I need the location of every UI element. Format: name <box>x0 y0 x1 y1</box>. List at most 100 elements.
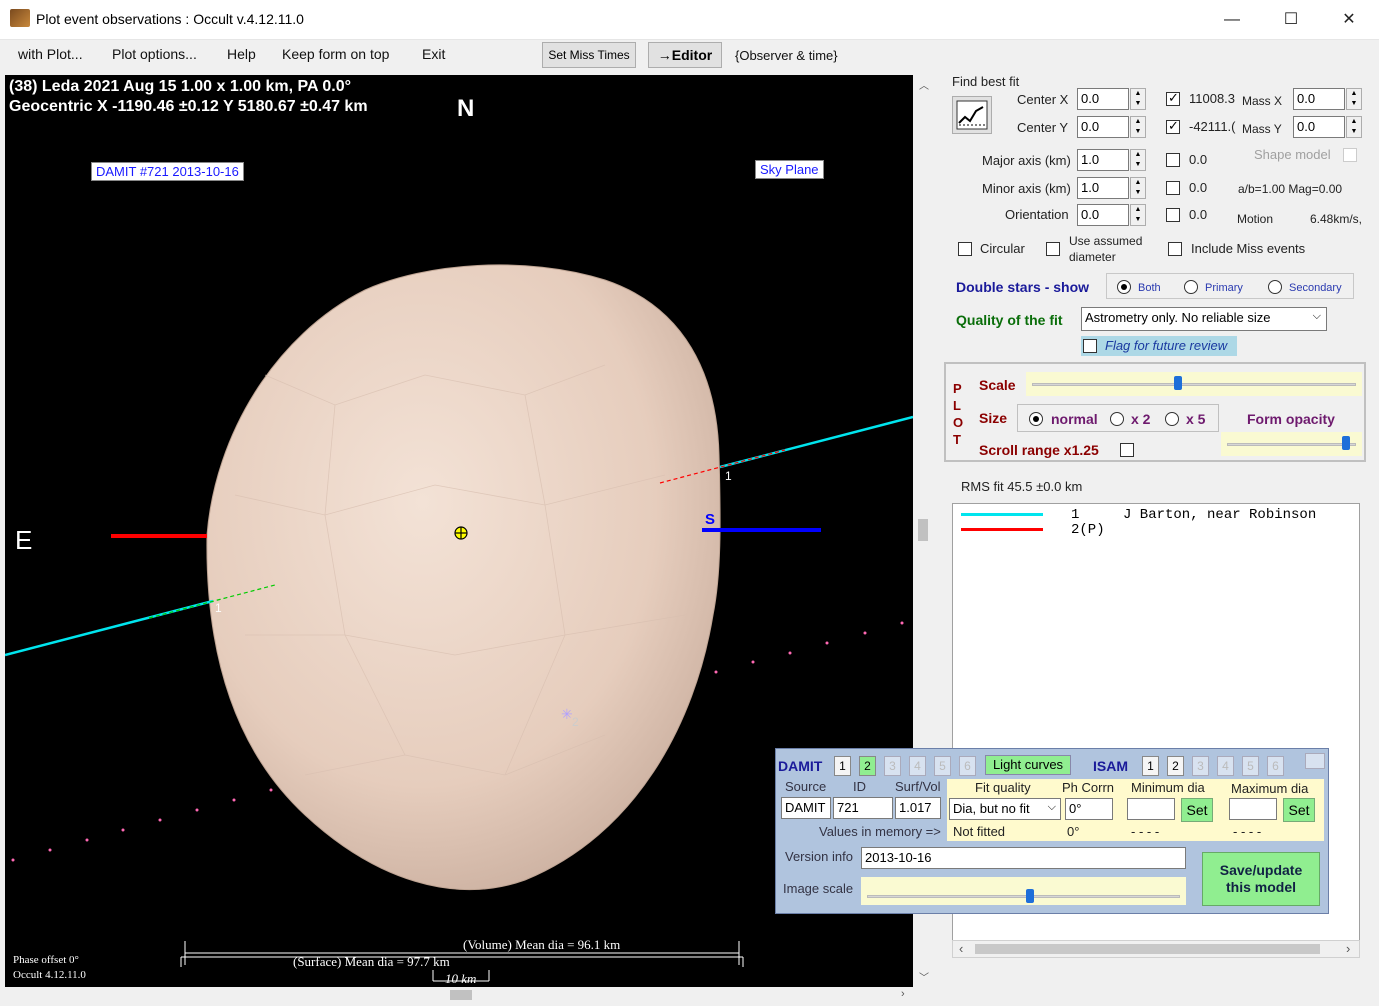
mass-y-label: Mass Y <box>1242 122 1282 136</box>
id-field[interactable]: 721 <box>833 797 893 819</box>
flag-review-checkbox[interactable] <box>1083 339 1097 353</box>
circular-label: Circular <box>980 241 1025 256</box>
isam-model-4[interactable]: 4 <box>1217 756 1234 776</box>
app-icon <box>10 9 30 27</box>
mass-y-spinner[interactable]: ▲ ▼ <box>1346 116 1362 138</box>
isam-model-1[interactable]: 1 <box>1142 756 1159 776</box>
plot-header-line2: Geocentric X -1190.46 ±0.12 Y 5180.67 ±0… <box>9 98 368 115</box>
isam-title: ISAM <box>1093 758 1128 774</box>
radio-secondary[interactable] <box>1268 280 1282 294</box>
east-label: E <box>15 525 33 555</box>
legend-swatch-2 <box>961 528 1043 531</box>
plot-vertical-label: PLOT <box>953 381 964 447</box>
menu-keep-on-top[interactable]: Keep form on top <box>282 46 389 62</box>
circular-checkbox[interactable] <box>958 242 972 256</box>
plot-header-line1: (38) Leda 2021 Aug 15 1.00 x 1.00 km, PA… <box>9 78 351 95</box>
set-min-dia-button[interactable]: Set <box>1181 798 1213 822</box>
damit-model-6[interactable]: 6 <box>959 756 976 776</box>
close-button[interactable]: ✕ <box>1337 8 1361 32</box>
plot-vscroll-thumb[interactable] <box>918 519 928 541</box>
legend-swatch-1 <box>961 513 1043 516</box>
mass-y-checkbox[interactable] <box>1166 118 1180 134</box>
orientation-input[interactable]: 0.0 <box>1077 204 1129 226</box>
isam-extra-box[interactable] <box>1305 753 1325 769</box>
orientation-checkbox[interactable] <box>1166 208 1180 222</box>
light-curves-button[interactable]: Light curves <box>985 755 1071 775</box>
size-normal-radio[interactable] <box>1029 412 1043 426</box>
damit-model-4[interactable]: 4 <box>909 756 926 776</box>
size-x2-radio[interactable] <box>1110 412 1124 426</box>
mass-x-spinner[interactable]: ▲ ▼ <box>1346 88 1362 110</box>
observer-time-link[interactable]: {Observer & time} <box>735 48 838 63</box>
maximize-button[interactable]: ☐ <box>1279 8 1303 32</box>
minor-axis-input[interactable]: 1.0 <box>1077 177 1129 199</box>
source-field[interactable]: DAMIT <box>781 797 831 819</box>
diameter-label: diameter <box>1069 250 1116 264</box>
isam-model-3[interactable]: 3 <box>1192 756 1209 776</box>
flag-review-row[interactable]: Flag for future review <box>1081 336 1237 356</box>
scroll-range-checkbox[interactable] <box>1120 443 1134 457</box>
fit-quality-select[interactable]: Dia, but no fit ⌵ <box>949 798 1061 820</box>
scale-slider[interactable] <box>1026 372 1362 396</box>
use-assumed-diameter-checkbox[interactable] <box>1046 242 1060 256</box>
damit-model-5[interactable]: 5 <box>934 756 951 776</box>
ph-corrn-field[interactable]: 0° <box>1065 798 1113 820</box>
center-x-spinner[interactable]: ▲ ▼ <box>1130 88 1146 110</box>
mass-x-checkbox[interactable] <box>1166 90 1180 106</box>
damit-model-2[interactable]: 2 <box>859 756 876 776</box>
plot-horizontal-scrollbar[interactable]: › <box>5 988 913 1004</box>
observer-list-hscroll-thumb[interactable] <box>975 944 1320 954</box>
major-axis-spinner[interactable]: ▲ ▼ <box>1130 149 1146 171</box>
mass-x-input[interactable]: 0.0 <box>1293 88 1345 110</box>
image-scale-thumb[interactable] <box>1025 889 1034 903</box>
plot-hscroll-thumb[interactable] <box>450 990 472 1000</box>
minor-axis-checkbox[interactable] <box>1166 181 1180 195</box>
occult-version: Occult 4.12.11.0 <box>13 969 86 981</box>
minor-axis-spinner[interactable]: ▲ ▼ <box>1130 177 1146 199</box>
surfvol-label: Surf/Vol <box>895 779 941 794</box>
damit-model-3[interactable]: 3 <box>884 756 901 776</box>
scale-10km: 10 km <box>445 971 477 986</box>
opacity-slider-thumb[interactable] <box>1341 436 1350 450</box>
minimize-button[interactable]: — <box>1220 8 1244 32</box>
menu-exit[interactable]: Exit <box>422 46 445 62</box>
set-max-dia-button[interactable]: Set <box>1283 798 1315 822</box>
radio-primary[interactable] <box>1184 280 1198 294</box>
values-memory-label: Values in memory => <box>819 824 941 839</box>
damit-model-1[interactable]: 1 <box>834 756 851 776</box>
quality-select[interactable]: Astrometry only. No reliable size ⌵ <box>1081 307 1327 331</box>
editor-button[interactable]: →Editor <box>648 42 722 68</box>
version-info-field[interactable]: 2013-10-16 <box>861 847 1186 869</box>
save-model-button[interactable]: Save/update this model <box>1202 852 1320 906</box>
scale-slider-thumb[interactable] <box>1174 376 1183 390</box>
max-dia-field[interactable] <box>1229 798 1277 820</box>
menu-help[interactable]: Help <box>227 46 256 62</box>
form-opacity-slider[interactable] <box>1221 432 1362 456</box>
orientation-spinner[interactable]: ▲ ▼ <box>1130 204 1146 226</box>
isam-model-5[interactable]: 5 <box>1242 756 1259 776</box>
radio-primary-label: Primary <box>1205 282 1243 294</box>
center-y-spinner[interactable]: ▲ ▼ <box>1130 116 1146 138</box>
quality-label: Quality of the fit <box>956 312 1063 328</box>
isam-model-6[interactable]: 6 <box>1267 756 1284 776</box>
isam-model-2[interactable]: 2 <box>1167 756 1184 776</box>
mass-y-input[interactable]: 0.0 <box>1293 116 1345 138</box>
surfvol-field[interactable]: 1.017 <box>895 797 941 819</box>
set-miss-times-button[interactable]: Set Miss Times <box>542 42 636 68</box>
center-y-input[interactable]: 0.0 <box>1077 116 1129 138</box>
menu-plot-options[interactable]: Plot options... <box>112 46 197 62</box>
major-axis-input[interactable]: 1.0 <box>1077 149 1129 171</box>
shape-model-checkbox[interactable] <box>1343 148 1357 162</box>
image-scale-slider[interactable] <box>861 877 1186 905</box>
observer-list-hscrollbar[interactable]: ‹ › <box>952 940 1360 958</box>
menu-with-plot[interactable]: with Plot... <box>18 46 83 62</box>
center-x-input[interactable]: 0.0 <box>1077 88 1129 110</box>
radio-both[interactable] <box>1117 280 1131 294</box>
best-fit-button[interactable] <box>952 96 992 134</box>
north-label: N <box>457 95 475 122</box>
size-x5-radio[interactable] <box>1165 412 1179 426</box>
min-dia-field[interactable] <box>1127 798 1175 820</box>
major-axis-checkbox[interactable] <box>1166 153 1180 167</box>
sky-plane-tag: Sky Plane <box>755 160 824 179</box>
include-miss-checkbox[interactable] <box>1168 242 1182 256</box>
